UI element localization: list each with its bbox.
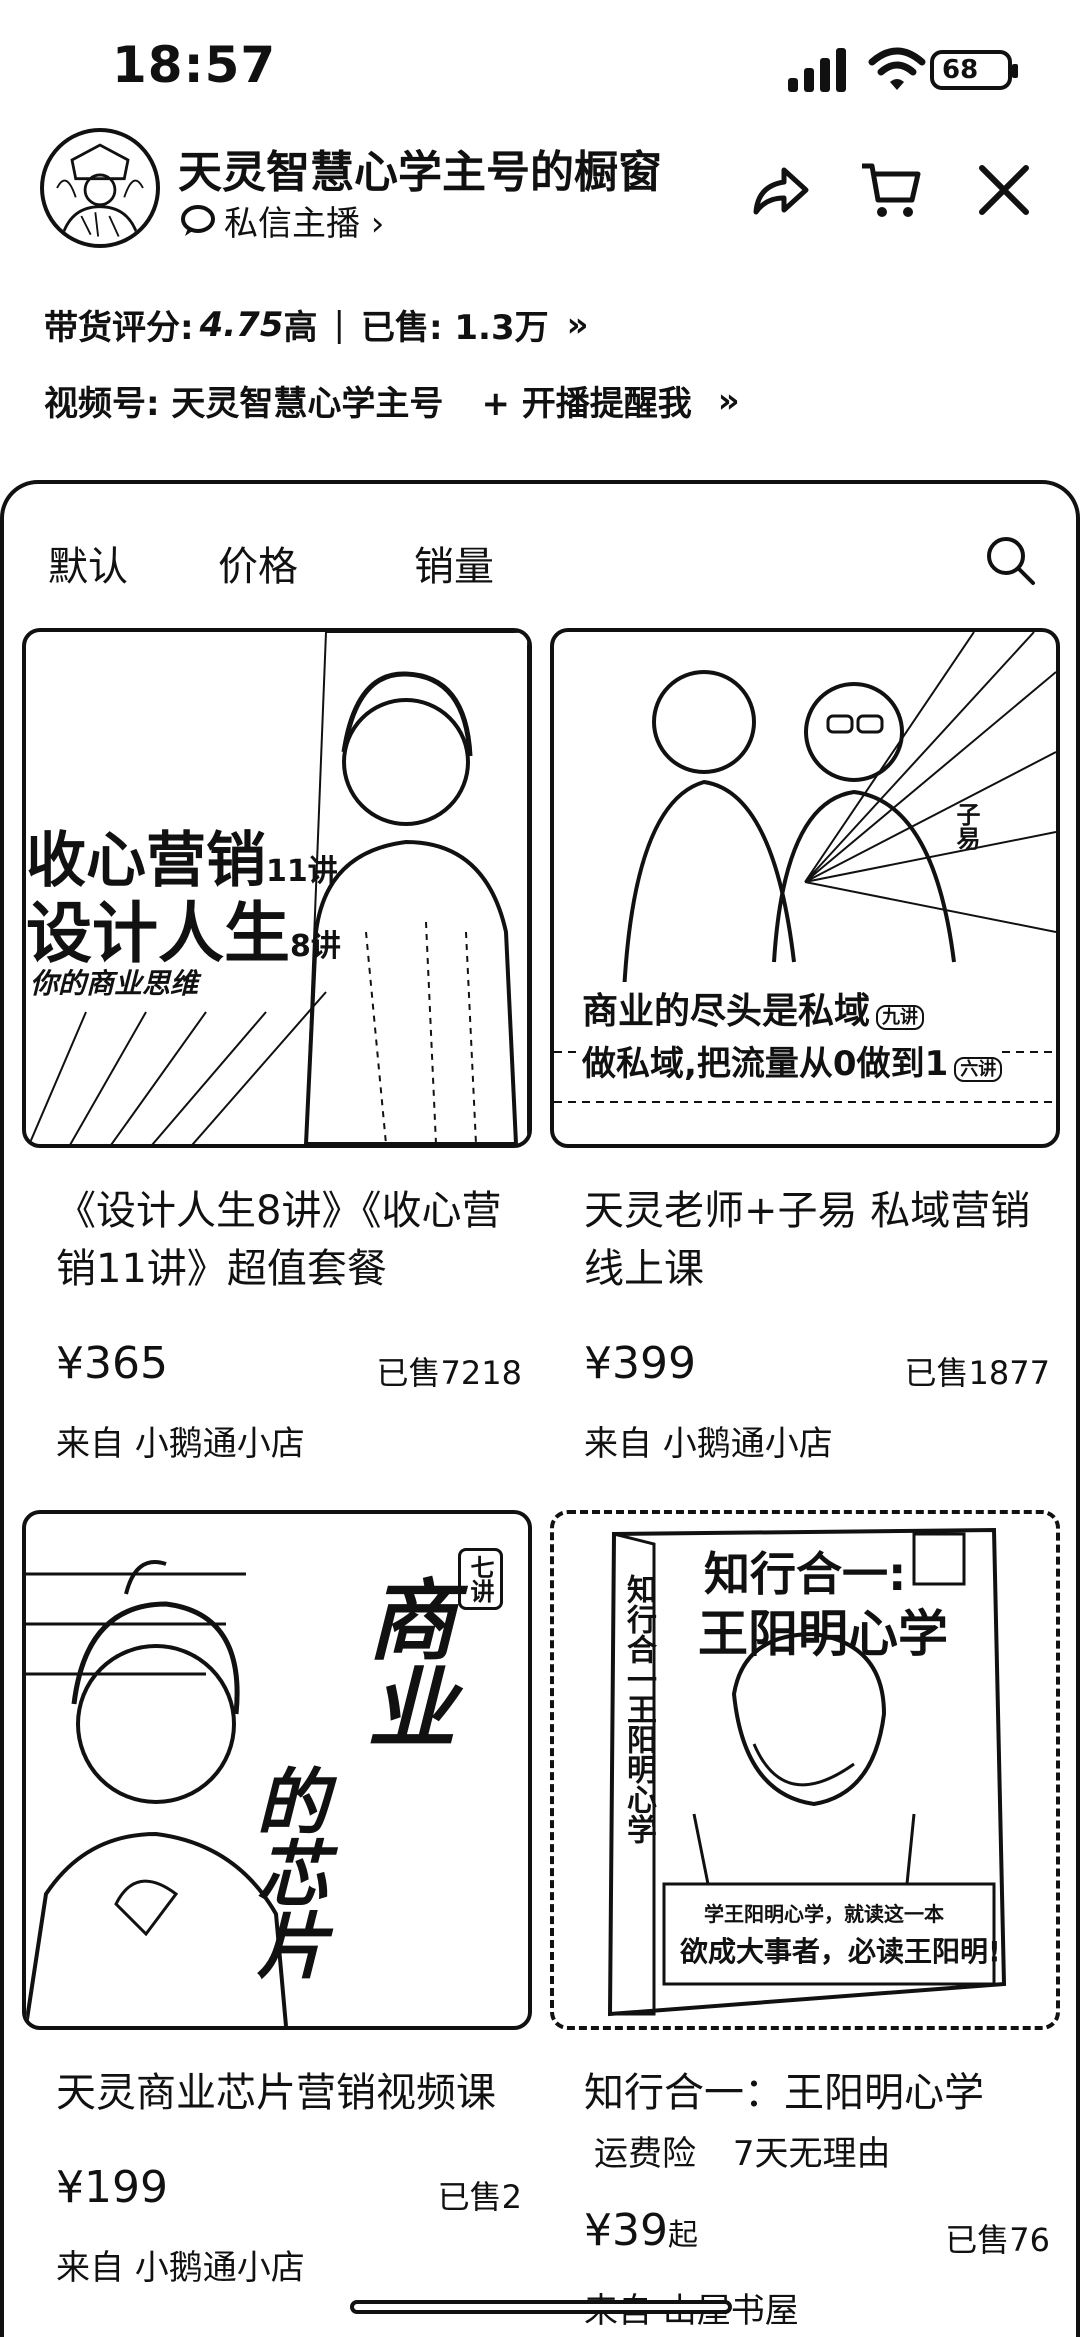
shop-rating-row[interactable]: 带货评分: 4.75 高 | 已售: 1.3万 » [44, 300, 589, 349]
product-price: ¥365 [56, 1338, 168, 1389]
battery-level: 68 [942, 55, 979, 85]
rating-level: 高 [283, 308, 318, 348]
art-text: 欲成大事者，必读王阳明! [680, 1935, 1001, 1968]
product-price: ¥399 [584, 1338, 696, 1389]
sold-total: 已售: 1.3万 [360, 308, 549, 348]
channel-row[interactable]: 视频号: 天灵智慧心学主号 + 开播提醒我 » [44, 376, 740, 425]
product-title[interactable]: 天灵老师+子易 私域营销线上课 [550, 1182, 1060, 1298]
art-text: 王阳明心学 [698, 1605, 948, 1663]
tag-shipping-insurance: 运费险 [594, 2134, 696, 2174]
price-row: ¥199 已售2 [22, 2162, 532, 2222]
signal-icon [788, 48, 846, 92]
product-source[interactable]: 来自 小鹅通小店 [550, 1416, 1060, 1465]
art-text: 做私域,把流量从0做到1 六讲 [582, 1036, 1003, 1085]
tab-sales[interactable]: 销量 [414, 534, 494, 592]
tab-default[interactable]: 默认 [48, 534, 128, 592]
tab-price[interactable]: 价格 [218, 534, 298, 592]
chat-bubble-icon [181, 204, 215, 236]
product-sold: 已售1877 [904, 1354, 1050, 1392]
product-title[interactable]: 天灵商业芯片营销视频课 [22, 2064, 532, 2122]
cart-icon[interactable] [858, 158, 922, 222]
price-row: ¥39起 已售76 [550, 2205, 1060, 2265]
product-image[interactable]: 知行合一: 王阳明心学 知行合一王阳明心学 学王阳明心学，就读这一本 欲成大事者… [550, 1510, 1060, 2030]
close-icon[interactable] [972, 158, 1036, 222]
product-source[interactable]: 来自 小鹅通小店 [22, 2240, 532, 2289]
product-image[interactable]: 子易 商业的尽头是私域 九讲 做私域,把流量从0做到1 六讲 [550, 628, 1060, 1148]
product-price: ¥39起 [584, 2205, 698, 2256]
product-source[interactable]: 来自 小鹅通小店 [22, 1416, 532, 1465]
shop-title: 天灵智慧心学主号的橱窗 [178, 147, 662, 198]
wifi-icon [868, 47, 926, 90]
product-image[interactable]: 七讲 商业 的芯片 [22, 1510, 532, 2030]
message-host-label: 私信主播 › [224, 204, 385, 244]
product-card[interactable]: 收心营销11讲 设计人生8讲 你的商业思维 《设计人生8讲》《收心营销11讲》超… [22, 628, 532, 1465]
status-bar: 18:57 68 [0, 0, 1080, 120]
share-icon[interactable] [748, 158, 812, 222]
search-icon[interactable] [984, 534, 1036, 586]
product-title[interactable]: 《设计人生8讲》《收心营销11讲》超值套餐 [22, 1182, 532, 1298]
art-badge: 七讲 [458, 1548, 503, 1610]
rating-value: 4.75 [199, 304, 284, 345]
chevron-right-icon: » [566, 304, 589, 345]
product-price: ¥199 [56, 2162, 168, 2213]
art-text: 你的商业思维 [30, 967, 199, 1000]
live-remind-button[interactable]: + 开播提醒我 [481, 376, 691, 425]
tag-7day-return: 7天无理由 [732, 2134, 891, 2174]
shop-avatar[interactable] [40, 128, 160, 248]
product-sold: 已售7218 [376, 1354, 522, 1392]
product-card[interactable]: 七讲 商业 的芯片 天灵商业芯片营销视频课 ¥199 已售2 来自 小鹅通小店 [22, 1510, 532, 2289]
service-tags: 运费险 7天无理由 [550, 2126, 1060, 2175]
product-sold: 已售76 [945, 2221, 1050, 2259]
product-title[interactable]: 知行合一：王阳明心学 [550, 2064, 1060, 2122]
art-text: 商业 [353, 1574, 456, 1750]
battery-icon: 68 [930, 50, 1018, 90]
status-time: 18:57 [112, 36, 277, 94]
art-text: 子易 [952, 802, 980, 850]
divider: | [333, 304, 345, 345]
channel-name: 视频号: 天灵智慧心学主号 [44, 384, 444, 424]
rating-label: 带货评分: [44, 308, 194, 348]
price-row: ¥365 已售7218 [22, 1338, 532, 1398]
product-card[interactable]: 子易 商业的尽头是私域 九讲 做私域,把流量从0做到1 六讲 天灵老师+子易 私域营… [550, 628, 1060, 1465]
sort-tabs: 默认 价格 销量 [4, 484, 1080, 634]
price-row: ¥399 已售1877 [550, 1338, 1060, 1398]
art-text: 学王阳明心学，就读这一本 [704, 1902, 944, 1926]
book-spine-text: 知行合一王阳明心学 [621, 1574, 656, 1844]
message-host-link[interactable]: 私信主播 › [180, 196, 384, 245]
product-image[interactable]: 收心营销11讲 设计人生8讲 你的商业思维 [22, 628, 532, 1148]
home-indicator[interactable] [350, 2300, 732, 2314]
chevron-right-icon: » [717, 380, 740, 421]
product-card[interactable]: 知行合一: 王阳明心学 知行合一王阳明心学 学王阳明心学，就读这一本 欲成大事者… [550, 1510, 1060, 2332]
art-text: 商业的尽头是私域 九讲 [582, 982, 925, 1034]
product-sold: 已售2 [437, 2178, 522, 2216]
art-text: 的芯片 [244, 1764, 328, 1980]
